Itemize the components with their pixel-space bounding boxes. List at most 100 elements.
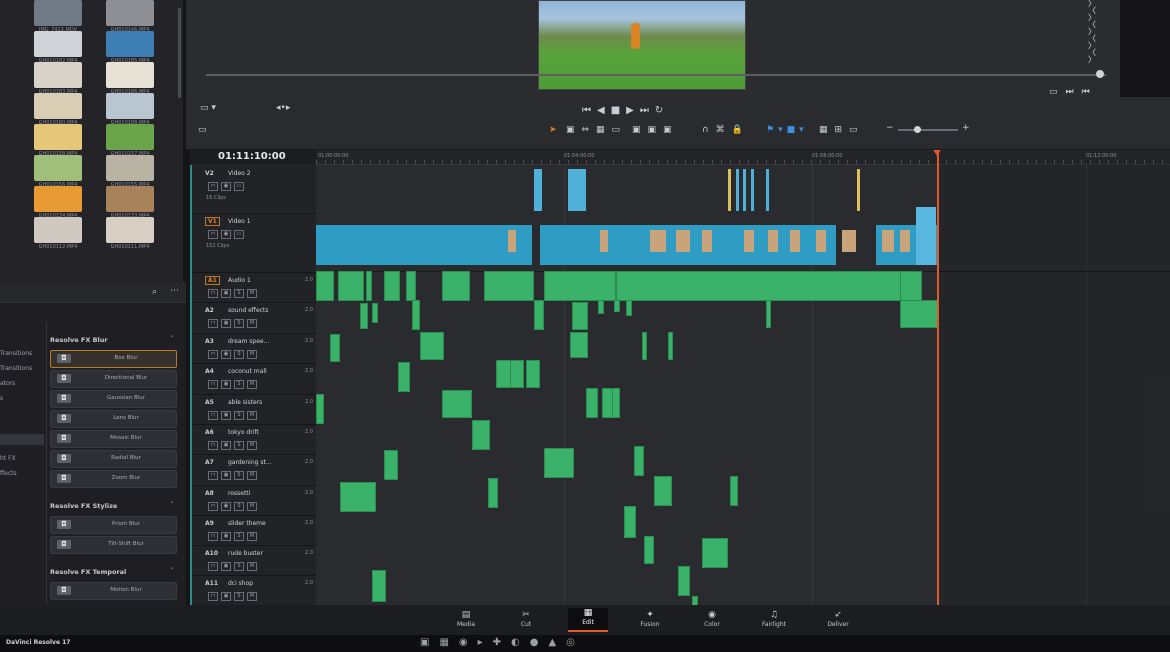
zoom-in-icon[interactable]: + [962, 123, 970, 133]
media-clip-thumbnail[interactable] [34, 93, 82, 119]
media-clip-thumbnail[interactable] [34, 217, 82, 243]
effect-item[interactable]: ◘ Motion Blur [50, 582, 177, 600]
effect-item[interactable]: ◘ Directional Blur [50, 370, 177, 388]
track-controls[interactable]: ⊓ ▣ S M [208, 380, 260, 389]
page-tab-cut[interactable]: ✂ Cut [506, 610, 546, 628]
track-header[interactable]: A4 coconut mall ⊓ ▣ S M 2.0 [190, 363, 316, 395]
auto-select-icon[interactable]: ▣ [221, 319, 231, 328]
mute-button[interactable]: M [247, 532, 257, 541]
audio1-clip[interactable] [316, 271, 334, 301]
flag-marker-tools[interactable]: ⚑▾■▾ [766, 125, 808, 135]
effects-category[interactable]: ffects [0, 470, 46, 477]
mute-button[interactable]: M [247, 411, 257, 420]
audio-clip[interactable] [766, 300, 771, 328]
media-clip-thumbnail[interactable] [34, 31, 82, 57]
collapse-chevron-icon[interactable]: ˄ [170, 335, 174, 343]
solo-button[interactable]: S [234, 532, 244, 541]
track-controls[interactable]: ⊓ ▣ S M [208, 289, 260, 298]
collapse-chevron-icon[interactable]: ˄ [170, 501, 174, 509]
mute-button[interactable]: M [247, 380, 257, 389]
track-header[interactable]: A8 rossetti ⊓ ▣ S M 2.0 [190, 485, 316, 516]
audio-clip[interactable] [398, 362, 410, 392]
video1-clip-selected[interactable] [916, 207, 936, 265]
audio-clip[interactable] [510, 360, 524, 388]
track-controls[interactable]: ⊓ ▣ ▭ [208, 182, 247, 191]
lock-icon[interactable]: ⊓ [208, 230, 218, 239]
solo-button[interactable]: S [234, 471, 244, 480]
track-controls[interactable]: ⊓ ▣ S M [208, 441, 260, 450]
track-controls[interactable]: ⊓ ▣ S M [208, 562, 260, 571]
lock-icon[interactable]: ⊓ [208, 532, 218, 541]
video1-clip[interactable] [316, 225, 532, 265]
lock-icon[interactable]: ⊓ [208, 289, 218, 298]
audio-clip[interactable] [570, 332, 588, 358]
audio-clip[interactable] [598, 300, 604, 314]
lock-icon[interactable]: ⊓ [208, 319, 218, 328]
audio1-clip[interactable] [384, 271, 400, 301]
video2-clip[interactable] [857, 169, 860, 211]
audio-clip[interactable] [412, 300, 420, 330]
audio1-clip[interactable] [484, 271, 534, 301]
timeline[interactable]: 01:00:00:00 01:04:00:00 01:08:00:00 01:12:0… [316, 150, 1170, 612]
audio-clip[interactable] [678, 566, 690, 596]
audio-clip[interactable] [730, 476, 738, 506]
video2-clip[interactable] [736, 169, 739, 211]
audio-scrub-icon[interactable]: ◂•▸ [276, 103, 290, 113]
auto-select-icon[interactable]: ▣ [221, 441, 231, 450]
audio-clip[interactable] [340, 482, 376, 512]
page-tab-fairlight[interactable]: ♫ Fairlight [754, 610, 794, 628]
media-clip-thumbnail[interactable] [34, 0, 82, 26]
selection-tool-icon[interactable]: ➤ [549, 125, 557, 135]
media-clip-thumbnail[interactable] [106, 0, 154, 26]
audio-clip[interactable] [586, 388, 598, 418]
audio-clip[interactable] [642, 332, 647, 360]
auto-select-icon[interactable]: ▣ [221, 532, 231, 541]
search-icon[interactable]: ⌕ [152, 287, 157, 297]
viewer-scrubber[interactable] [206, 74, 1106, 76]
solo-button[interactable]: S [234, 350, 244, 359]
audio-clip[interactable] [488, 478, 498, 508]
track-header[interactable]: A7 gardening st... ⊓ ▣ S M 2.0 [190, 454, 316, 486]
mute-button[interactable]: M [247, 441, 257, 450]
mute-button[interactable]: M [247, 562, 257, 571]
media-clip-thumbnail[interactable] [106, 217, 154, 243]
auto-select-icon[interactable]: ▣ [221, 182, 231, 191]
auto-select-icon[interactable]: ▣ [221, 411, 231, 420]
auto-select-icon[interactable]: ▣ [221, 289, 231, 298]
zoom-out-icon[interactable]: − [886, 123, 894, 133]
collapse-chevron-icon[interactable]: ˄ [170, 567, 174, 575]
solo-button[interactable]: S [234, 380, 244, 389]
video2-clip[interactable] [534, 169, 542, 211]
lock-icon[interactable]: ⊓ [208, 441, 218, 450]
track-controls[interactable]: ⊓ ▣ S M [208, 502, 260, 511]
audio-clip[interactable] [544, 448, 574, 478]
effects-category[interactable]: ht FX [0, 455, 46, 462]
track-controls[interactable]: ⊓ ▣ S M [208, 319, 260, 328]
lock-icon[interactable]: ⊓ [208, 380, 218, 389]
audio1-clip[interactable] [616, 271, 918, 301]
media-clip-thumbnail[interactable] [34, 62, 82, 88]
media-clip-thumbnail[interactable] [106, 124, 154, 150]
track-header[interactable]: A5 able sisters ⊓ ▣ S M 2.0 [190, 394, 316, 425]
audio1-clip[interactable] [900, 271, 922, 301]
mute-button[interactable]: M [247, 319, 257, 328]
audio-clip[interactable] [644, 536, 654, 564]
audio1-clip[interactable] [366, 271, 372, 301]
audio-clip[interactable] [654, 476, 672, 506]
transport-controls[interactable]: ⏮◀■▶⏭↻ [582, 105, 669, 116]
zoom-preset-tools[interactable]: ▦⊞▭ [819, 125, 865, 135]
mute-button[interactable]: M [247, 592, 257, 601]
edit-tools[interactable]: ▣⇔▦▭ [566, 125, 627, 135]
media-pool-scrollbar[interactable] [178, 8, 181, 98]
audio-clip[interactable] [384, 450, 398, 480]
effect-item[interactable]: ◘ Lens Blur [50, 410, 177, 428]
audio-clip[interactable] [624, 506, 636, 538]
audio-clip[interactable] [442, 390, 472, 418]
snap-link-tools[interactable]: ∩⌘🔒 [702, 125, 750, 135]
auto-select-icon[interactable]: ▣ [221, 230, 231, 239]
lock-icon[interactable]: ⊓ [208, 562, 218, 571]
video2-clip[interactable] [743, 169, 746, 211]
audio-clip[interactable] [420, 332, 444, 360]
audio1-clip[interactable] [406, 271, 416, 301]
auto-select-icon[interactable]: ▣ [221, 562, 231, 571]
